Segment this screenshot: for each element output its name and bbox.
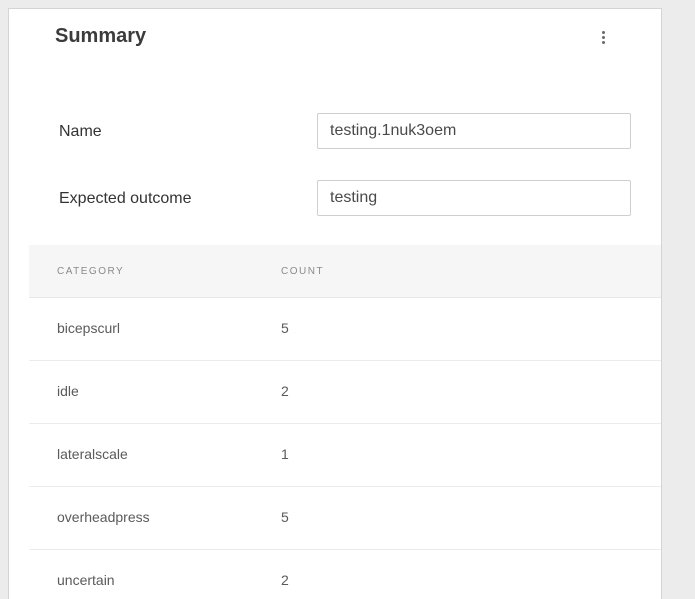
column-header-category[interactable]: CATEGORY: [57, 266, 124, 277]
table-row: lateralscale 1: [29, 424, 661, 487]
category-cell: lateralscale: [57, 446, 128, 462]
count-cell: 2: [281, 572, 289, 588]
category-table: CATEGORY COUNT bicepscurl 5 idle 2 later…: [29, 245, 661, 599]
count-cell: 1: [281, 446, 289, 462]
expected-outcome-label: Expected outcome: [59, 190, 192, 207]
table-row: bicepscurl 5: [29, 298, 661, 361]
category-cell: idle: [57, 383, 79, 399]
expected-outcome-field[interactable]: [317, 180, 631, 216]
category-cell: bicepscurl: [57, 320, 121, 336]
count-cell: 5: [281, 509, 289, 525]
panel-title: Summary: [55, 25, 147, 47]
name-label: Name: [59, 123, 102, 140]
category-cell: uncertain: [57, 572, 115, 588]
column-header-count[interactable]: COUNT: [281, 266, 324, 277]
category-cell: overheadpress: [57, 509, 150, 525]
count-cell: 5: [281, 320, 289, 336]
panel-header: Summary: [9, 9, 661, 69]
table-row: idle 2: [29, 361, 661, 424]
expected-outcome-row: Expected outcome: [9, 180, 661, 220]
name-row: Name: [9, 113, 661, 153]
count-cell: 2: [281, 383, 289, 399]
kebab-menu-icon[interactable]: [594, 29, 612, 51]
table-row: uncertain 2: [29, 550, 661, 599]
table-row: overheadpress 5: [29, 487, 661, 550]
table-header: CATEGORY COUNT: [29, 245, 661, 298]
summary-panel: Summary Name Expected outcome CATEGORY C…: [8, 8, 662, 599]
name-field[interactable]: [317, 113, 631, 149]
